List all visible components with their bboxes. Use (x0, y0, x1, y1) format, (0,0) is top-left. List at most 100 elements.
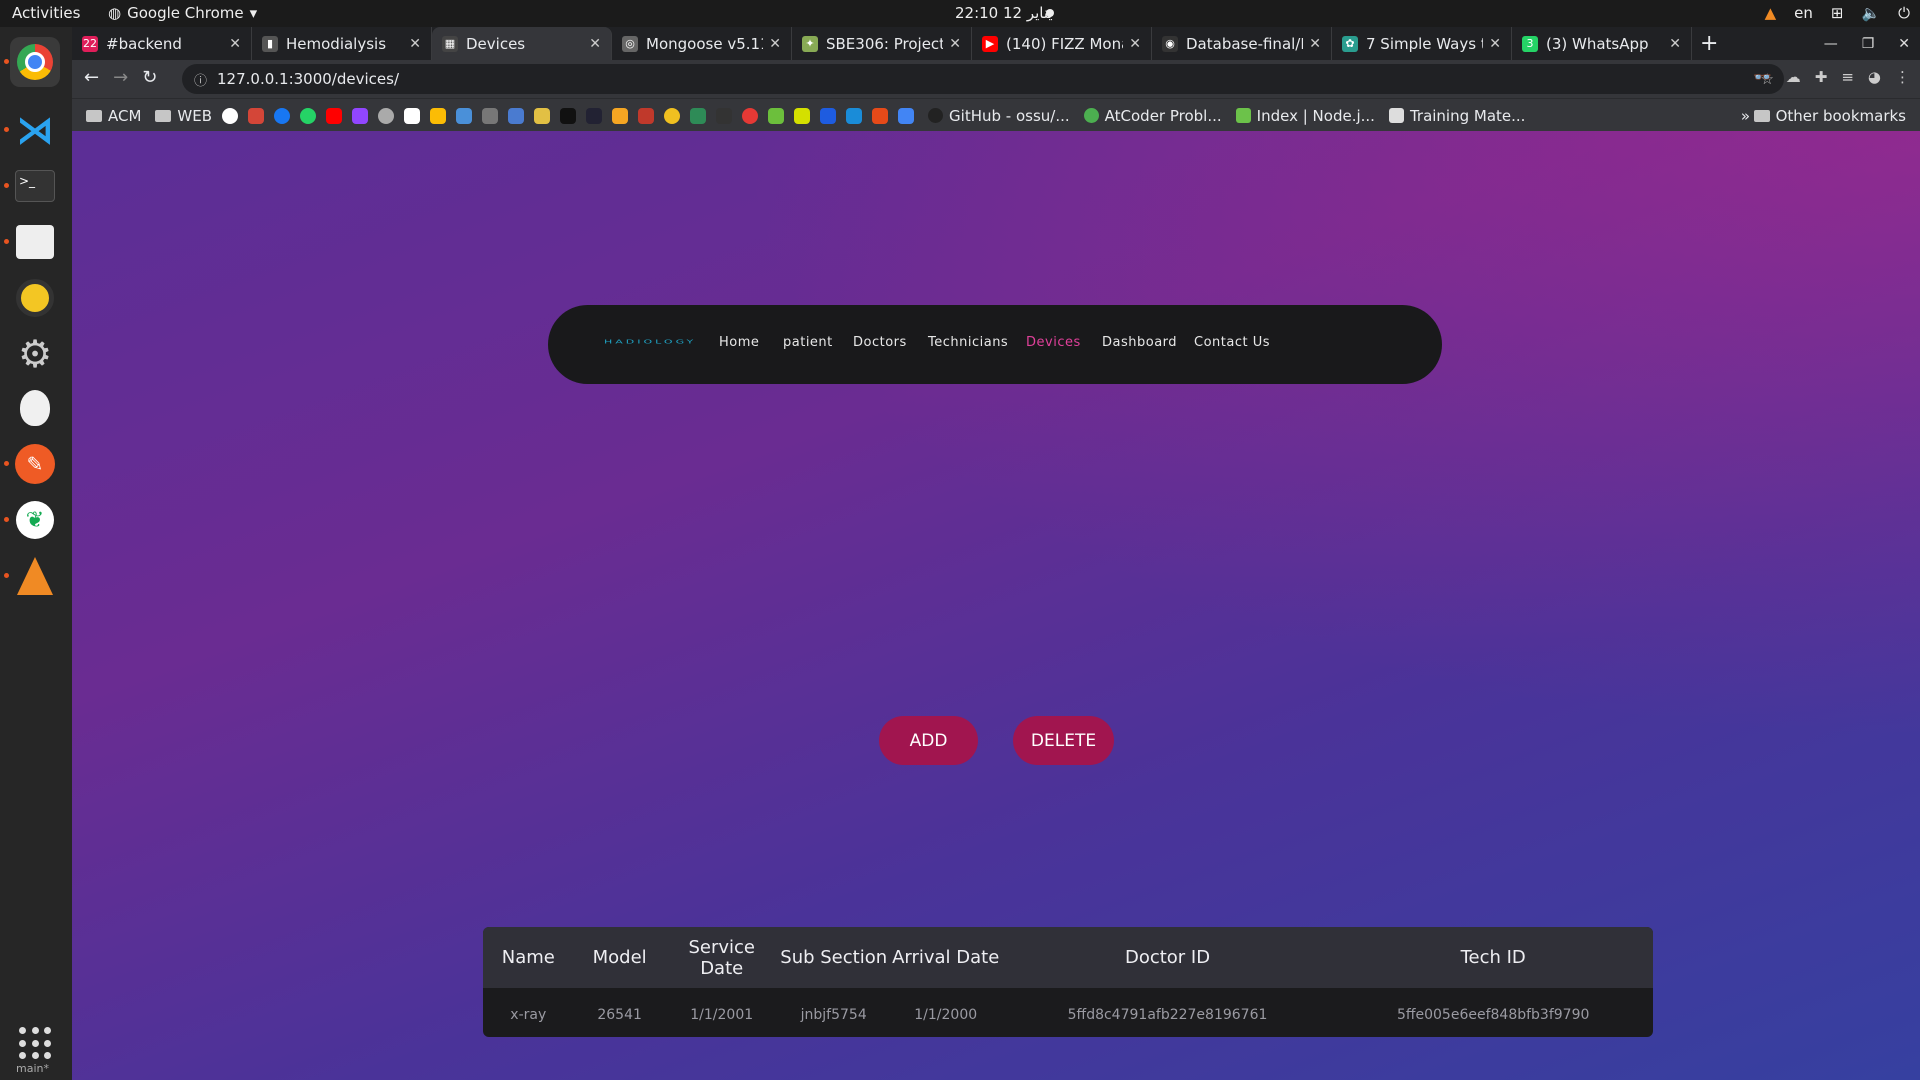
terminal-dock-icon[interactable]: >_ (4, 161, 60, 211)
facebook-bookmark-icon[interactable] (274, 107, 291, 124)
tab-3[interactable]: ◎ Mongoose v5.11. ✕ (612, 27, 792, 60)
tab-close-icon[interactable]: ✕ (409, 36, 421, 52)
system-tray[interactable]: ▲ en ⊞ 🔈 ⏻ (1765, 4, 1910, 22)
i-bookmark-icon[interactable] (872, 107, 889, 124)
puzzle-extensions-icon[interactable]: ✚ (1815, 68, 1828, 86)
activities-button[interactable]: Activities (12, 4, 80, 22)
delete-button[interactable]: DELETE (1013, 716, 1114, 765)
huawei-bookmark-icon[interactable] (742, 107, 759, 124)
ide-bookmark-icon[interactable] (482, 107, 499, 124)
nav-link-home[interactable]: Home (719, 335, 759, 350)
url-text[interactable]: 127.0.0.1:3000/devices/ (217, 70, 399, 88)
new-tab-icon[interactable]: + (1700, 27, 1718, 60)
nav-link-doctors[interactable]: Doctors (853, 335, 907, 350)
tab-close-icon[interactable]: ✕ (1309, 36, 1321, 52)
drive-bookmark-icon[interactable] (430, 107, 447, 124)
network-icon[interactable]: ⊞ (1831, 4, 1844, 22)
chess-bookmark-icon[interactable] (768, 107, 785, 124)
wikipedia-bookmark-icon[interactable] (404, 107, 421, 124)
other-bookmarks-folder[interactable]: Other bookmarks (1753, 107, 1906, 125)
maximize-icon[interactable]: ❐ (1862, 36, 1875, 52)
files-dock-icon[interactable] (4, 217, 60, 267)
tab-close-icon[interactable]: ✕ (1489, 36, 1501, 52)
power-icon[interactable]: ⏻ (1898, 4, 1910, 22)
tab-4[interactable]: ✦ SBE306: Project ✕ (792, 27, 972, 60)
spoj-bookmark-icon[interactable] (612, 107, 629, 124)
csacademy-bookmark-icon[interactable] (820, 107, 837, 124)
tab-0[interactable]: 22 #backend ✕ (72, 27, 252, 60)
tab-7[interactable]: ✿ 7 Simple Ways to ✕ (1332, 27, 1512, 60)
app-menu[interactable]: ◍ Google Chrome ▾ (108, 4, 257, 22)
nav-link-contact-us[interactable]: Contact Us (1194, 335, 1270, 350)
mongodb-compass-dock-icon[interactable]: ❦ (4, 495, 60, 545)
media-controls-icon[interactable]: ≡ (1841, 68, 1854, 86)
close-icon[interactable]: ✕ (1898, 36, 1910, 52)
geeks-bookmark-icon[interactable] (690, 107, 707, 124)
nav-link-technicians[interactable]: Technicians (928, 335, 1008, 350)
toph-bookmark-icon[interactable] (716, 107, 733, 124)
info-icon[interactable]: ⓘ (194, 70, 207, 89)
google-bookmark-icon[interactable] (222, 107, 239, 124)
youtube-bookmark-icon[interactable] (326, 107, 343, 124)
docs-bookmark-icon[interactable] (898, 107, 915, 124)
volume-icon[interactable]: 🔈 (1861, 4, 1880, 22)
tab-8[interactable]: 3 (3) WhatsApp ✕ (1512, 27, 1692, 60)
bookmark-folder-web[interactable]: WEB (155, 107, 212, 125)
glasses-extension-icon[interactable]: 👓 (1753, 68, 1772, 86)
vlc-dock-icon[interactable] (4, 551, 60, 601)
more-bookmarks-chevron[interactable]: » (1741, 107, 1750, 125)
usaco-bookmark-icon[interactable] (794, 107, 811, 124)
settings-dock-icon[interactable]: ⚙ (10, 329, 60, 379)
cloud-extension-icon[interactable]: ☁ (1786, 68, 1801, 86)
gmail-bookmark-icon[interactable] (248, 107, 265, 124)
download-bookmark-icon[interactable] (456, 107, 473, 124)
postman-dock-icon[interactable]: ✎ (4, 439, 60, 489)
site-logo[interactable]: HADIOLOGY (604, 338, 696, 345)
tab-close-icon[interactable]: ✕ (1129, 36, 1141, 52)
back-icon[interactable]: ← (84, 67, 99, 88)
bookmark-folder-acm[interactable]: ACM (86, 107, 141, 125)
twitch-bookmark-icon[interactable] (352, 107, 369, 124)
tab-1[interactable]: ▮ Hemodialysis ✕ (252, 27, 432, 60)
bookmark-github-ossu[interactable]: GitHub - ossu/... (928, 107, 1070, 125)
vscode-dock-icon[interactable]: ⋊ (4, 105, 60, 155)
table-row[interactable]: x-ray 26541 1/1/2001 jnbjf5754 1/1/2000 5ffd8… (483, 988, 1653, 1037)
uva-bookmark-icon[interactable] (586, 107, 603, 124)
bookmark-atcoder[interactable]: AtCoder Probl... (1083, 107, 1222, 125)
bookmark-training[interactable]: Training Mate... (1388, 107, 1525, 125)
add-button[interactable]: ADD (879, 716, 978, 765)
codeforces-bookmark-icon[interactable] (534, 107, 551, 124)
chrome-dock-icon[interactable] (4, 37, 60, 87)
tab-2[interactable]: ▦ Devices ✕ (432, 27, 612, 60)
clock[interactable]: 22:10 12 يناير (955, 4, 1053, 22)
apple-bookmark-icon[interactable] (378, 107, 395, 124)
s-bookmark-icon[interactable] (846, 107, 863, 124)
egg-app-dock-icon[interactable] (10, 383, 60, 433)
language-indicator[interactable]: en (1794, 4, 1813, 22)
reload-icon[interactable]: ↻ (142, 67, 157, 88)
tab-close-icon[interactable]: ✕ (589, 36, 601, 52)
show-applications-icon[interactable] (19, 1027, 52, 1060)
forward-icon[interactable]: → (113, 67, 128, 88)
nav-link-patient[interactable]: patient (783, 335, 833, 350)
tab-5[interactable]: ▶ (140) FIZZ Monast ✕ (972, 27, 1152, 60)
tab-close-icon[interactable]: ✕ (769, 36, 781, 52)
tab-close-icon[interactable]: ✕ (229, 36, 241, 52)
nav-link-dashboard[interactable]: Dashboard (1102, 335, 1177, 350)
tab-6[interactable]: ◉ Database-final/D ✕ (1152, 27, 1332, 60)
codechef-bookmark-icon[interactable] (638, 107, 655, 124)
rhythmbox-dock-icon[interactable] (10, 273, 60, 323)
address-bar[interactable]: ⓘ 127.0.0.1:3000/devices/ ☆ (182, 64, 1784, 94)
minimize-icon[interactable]: — (1824, 36, 1838, 52)
profile-avatar[interactable]: ◕ (1868, 68, 1881, 86)
menu-kebab-icon[interactable]: ⋮ (1895, 68, 1910, 86)
whatsapp-bookmark-icon[interactable] (300, 107, 317, 124)
bookmark-nodejs[interactable]: Index | Node.j... (1235, 107, 1375, 125)
translate-bookmark-icon[interactable] (508, 107, 525, 124)
vlc-tray-icon[interactable]: ▲ (1765, 4, 1777, 22)
tab-close-icon[interactable]: ✕ (949, 36, 961, 52)
codecademy-bookmark-icon[interactable] (664, 107, 681, 124)
tab-close-icon[interactable]: ✕ (1669, 36, 1681, 52)
hackerrank-bookmark-icon[interactable] (560, 107, 577, 124)
nav-link-devices[interactable]: Devices (1026, 335, 1081, 350)
